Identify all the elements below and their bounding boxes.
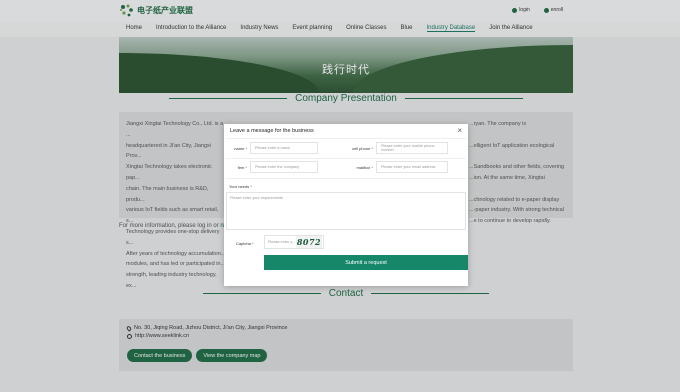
modal-title: Leave a message for the business [230,128,314,134]
mailbox-field[interactable]: Please enter your email address [376,161,448,173]
captcha-image[interactable]: 8072 [296,236,322,248]
divider [226,178,466,179]
cell-phone-field[interactable]: Please enter your mobile phone number [376,142,448,154]
captcha-label: Captcha * [236,241,254,246]
name-label: name * [234,145,247,151]
firm-field[interactable]: Please enter the company [250,161,318,173]
needs-textarea[interactable]: Please enter your requirements [226,192,466,230]
firm-label: firm * [237,164,247,170]
submit-request-button[interactable]: Submit a request [264,255,468,270]
close-icon[interactable]: × [457,126,462,135]
mailbox-label: mailbox * [356,164,373,170]
divider [226,158,466,159]
needs-label: Your needs * [229,184,252,189]
name-field[interactable]: Please enter a name [250,142,318,154]
cell-phone-label: cell phone * [352,145,373,151]
message-modal: Leave a message for the business × name … [224,124,468,286]
divider [226,138,466,139]
